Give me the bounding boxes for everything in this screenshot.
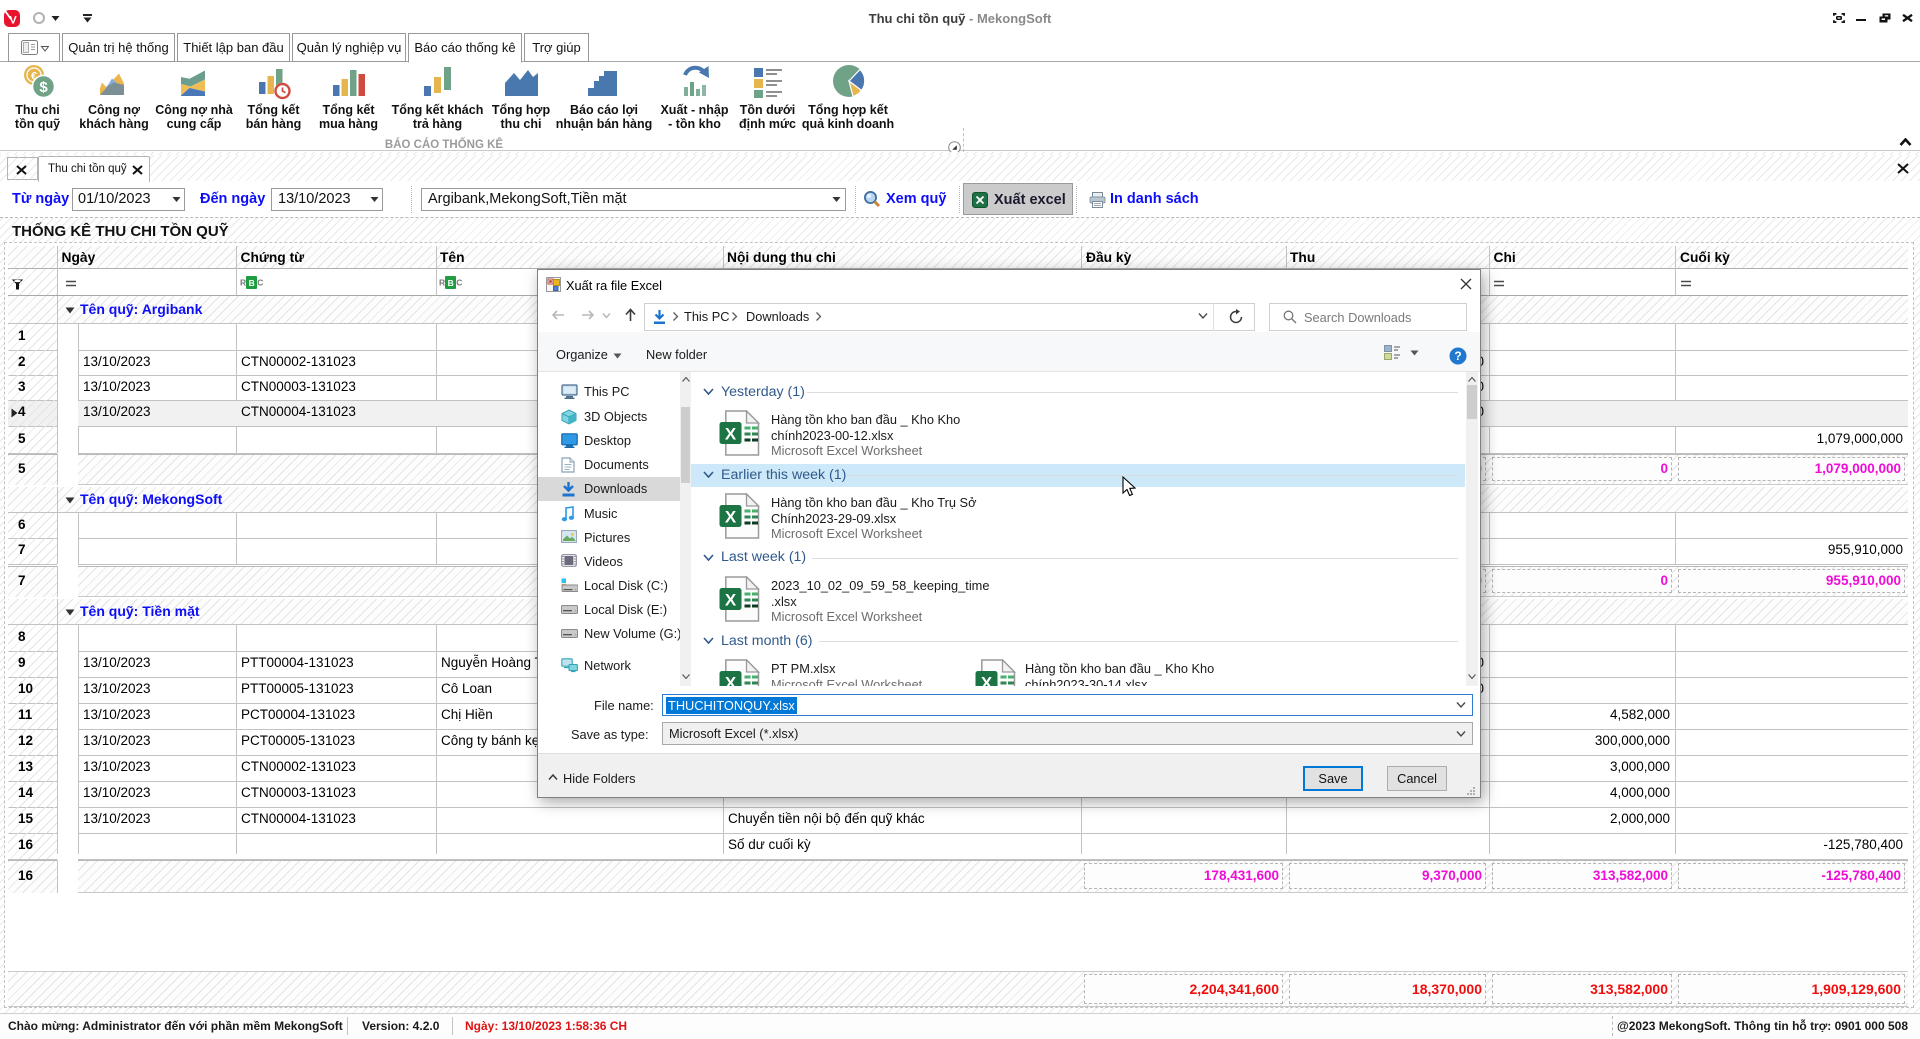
svg-text:$: $	[39, 79, 48, 96]
svg-text:?: ?	[1454, 349, 1461, 363]
svg-text:X: X	[725, 508, 737, 527]
svg-text:X: X	[981, 674, 993, 687]
svg-text:X: X	[725, 591, 737, 610]
svg-text:X: X	[725, 674, 737, 687]
svg-text:X: X	[725, 425, 737, 444]
